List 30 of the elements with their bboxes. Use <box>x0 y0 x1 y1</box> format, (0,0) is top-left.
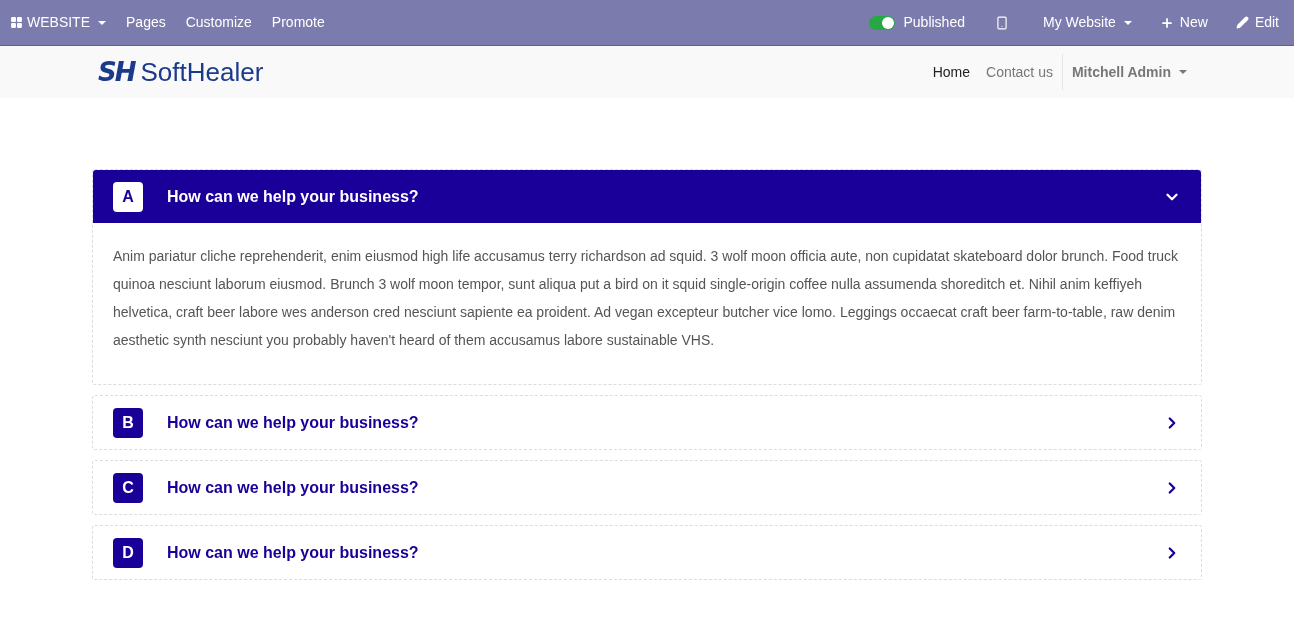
publish-toggle[interactable]: Published <box>859 0 975 45</box>
question-title: How can we help your business? <box>167 412 420 433</box>
question-title: How can we help your business? <box>167 477 420 498</box>
user-menu[interactable]: Mitchell Admin <box>1063 61 1195 83</box>
question-title: How can we help your business? <box>167 542 420 563</box>
accordion-header[interactable]: A How can we help your business? <box>93 170 1201 223</box>
apps-menu-button[interactable]: WEBSITE <box>0 0 116 45</box>
menu-link[interactable]: Customize <box>175 0 262 45</box>
phone-icon <box>995 15 1009 30</box>
caret-icon <box>98 20 106 25</box>
caret-icon <box>1179 70 1187 74</box>
plus-icon <box>1159 15 1174 30</box>
grid-icon <box>10 16 23 29</box>
letter-badge: B <box>113 407 143 438</box>
caret-icon <box>1123 20 1132 25</box>
nav-link[interactable]: Contact us <box>978 61 1061 83</box>
menu-link[interactable]: Pages <box>116 0 176 45</box>
letter-badge: D <box>113 537 143 568</box>
answer-text: Anim pariatur cliche reprehenderit, enim eiusmod high life accusamus terry richardson ad squid. 3 wolf moon officia aute, non cupidatat skateboard dolor brunch. Food truck quinoa nesciunt laborum eiusmod. Brunch 3 wolf moon tempor, sunt aliqua put a bird on it squid single-origin coffee nulla assumenda shoreditch et. Nihil anim keffiyeh helvetica, craft beer labore wes anderson cred nesciunt sapiente ea proident. Ad vegan excepteur butcher vice lomo. Leggings occaecat craft beer farm-to-table, raw denim aesthetic synth nesciunt you probably haven't heard of them accusamus labore sustainable VHS. <box>113 247 1180 350</box>
nav-link[interactable]: Home <box>924 61 978 83</box>
pencil-icon <box>1235 16 1249 29</box>
website-dropdown[interactable]: My Website <box>1029 0 1146 45</box>
switch-icon <box>869 15 896 30</box>
letter-badge: C <box>113 472 143 503</box>
letter-badge: A <box>113 181 143 212</box>
new-button[interactable]: New <box>1145 0 1222 45</box>
logo[interactable]: SH SoftHealer <box>98 52 264 92</box>
menu-link[interactable]: Promote <box>261 0 335 45</box>
edit-button[interactable]: Edit <box>1221 0 1294 45</box>
question-title: How can we help your business? <box>167 186 420 207</box>
